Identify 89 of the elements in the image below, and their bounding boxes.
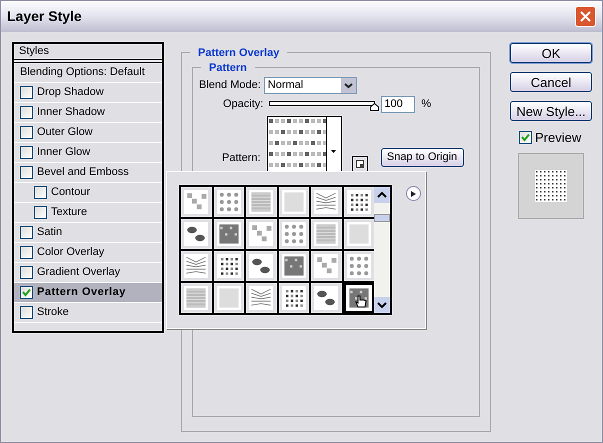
checkbox[interactable] — [20, 86, 33, 99]
style-label: Texture — [51, 205, 88, 220]
pattern-thumbnail-icon — [314, 286, 338, 310]
pattern-thumbnail-icon — [216, 286, 241, 310]
pattern-thumbnail-icon — [249, 222, 274, 246]
checkbox[interactable] — [20, 166, 33, 179]
pattern-thumbnail-icon — [184, 286, 208, 310]
scroll-down-icon[interactable] — [374, 297, 390, 313]
style-label: Contour — [51, 185, 90, 200]
field-label: Opacity: — [223, 97, 264, 112]
pattern-thumbnail-icon — [216, 190, 241, 214]
unit-label: % — [421, 97, 432, 112]
window-title: Layer Style — [7, 7, 82, 26]
checkbox[interactable] — [34, 206, 47, 219]
style-item[interactable]: Color Overlay — [14, 243, 162, 263]
checkbox[interactable] — [34, 186, 47, 199]
field-label: Pattern: — [222, 151, 261, 166]
group-title: Pattern Overlay — [190, 45, 288, 62]
opacity-input[interactable]: 100 — [381, 96, 416, 113]
style-label: Inner Shadow — [37, 105, 105, 120]
scroll-thumb[interactable] — [374, 214, 390, 222]
dialog-button[interactable]: New Style... — [510, 101, 592, 121]
style-label: Inner Glow — [37, 145, 90, 160]
pattern-thumbnail-icon — [282, 222, 306, 246]
checkbox[interactable] — [20, 306, 33, 319]
style-item[interactable]: Drop Shadow — [14, 83, 162, 103]
opacity-slider[interactable] — [269, 98, 380, 110]
pattern-thumbnail-icon — [216, 254, 241, 278]
snap-to-origin-button[interactable]: Snap to Origin — [380, 148, 464, 167]
pattern-thumbnail-icon — [282, 190, 306, 214]
pattern-thumbnail-icon — [249, 190, 274, 214]
pattern-swatch[interactable] — [344, 283, 374, 313]
pattern-thumbnail-icon — [346, 222, 371, 246]
checkbox[interactable] — [20, 106, 33, 119]
style-label: Outer Glow — [37, 125, 93, 140]
checkbox[interactable] — [20, 146, 33, 159]
style-item[interactable]: Inner Shadow — [14, 103, 162, 123]
close-icon — [580, 11, 591, 22]
play-icon — [411, 190, 416, 196]
style-item[interactable]: Satin — [14, 223, 162, 243]
style-label: Stroke — [37, 305, 69, 320]
field-label: Blend Mode: — [199, 78, 261, 94]
checkbox[interactable] — [20, 266, 33, 279]
checkbox[interactable] — [20, 286, 33, 299]
style-label: Satin — [37, 225, 62, 240]
pattern-thumbnail-icon — [282, 286, 306, 310]
blend-mode-select[interactable]: Normal — [264, 77, 357, 94]
pattern-thumbnail-icon — [314, 254, 338, 278]
style-item[interactable]: Outer Glow — [14, 123, 162, 143]
scrollbar[interactable] — [374, 187, 390, 313]
pattern-thumbnail-icon — [184, 190, 208, 214]
checkbox[interactable] — [20, 226, 33, 239]
pattern-thumbnail-icon — [249, 254, 274, 278]
style-item[interactable]: Bevel and Emboss — [14, 163, 162, 183]
style-label: Drop Shadow — [37, 85, 104, 100]
checkbox[interactable] — [519, 131, 532, 144]
pattern-thumbnail-icon — [249, 286, 274, 310]
pattern-thumbnail-icon — [216, 222, 241, 246]
style-item[interactable]: Texture — [14, 203, 162, 223]
style-label: Pattern Overlay — [37, 285, 126, 300]
style-label: Color Overlay — [37, 245, 104, 260]
dialog-button[interactable]: Cancel — [510, 72, 592, 92]
style-item[interactable]: Pattern Overlay — [14, 283, 162, 303]
pattern-thumbnail-icon — [184, 254, 208, 278]
style-item[interactable]: Inner Glow — [14, 143, 162, 163]
caret-icon — [331, 150, 336, 152]
style-item[interactable]: Gradient Overlay — [14, 263, 162, 283]
new-preset-button[interactable] — [352, 156, 368, 172]
preview-label: Preview — [535, 129, 582, 147]
pattern-thumbnail-icon — [282, 254, 306, 278]
style-item[interactable]: Stroke — [14, 303, 162, 323]
pattern-preview-icon — [535, 170, 567, 202]
dialog-button[interactable]: OK — [510, 43, 592, 63]
pattern-thumbnail-icon — [314, 190, 338, 214]
page-icon — [356, 160, 364, 168]
pattern-thumbnail-icon — [346, 190, 371, 214]
pattern-thumbnail-icon — [314, 222, 338, 246]
hand-cursor-icon — [355, 295, 367, 309]
scroll-up-icon[interactable] — [374, 187, 390, 203]
style-label: Blending Options: Default — [20, 65, 145, 80]
checkbox[interactable] — [20, 246, 33, 259]
style-item[interactable]: Contour — [14, 183, 162, 203]
pattern-thumbnail-icon — [346, 254, 371, 278]
close-button[interactable] — [575, 6, 596, 27]
pattern-thumbnail-icon — [184, 222, 208, 246]
menu-arrow-button[interactable] — [406, 186, 421, 201]
style-label: Gradient Overlay — [37, 265, 120, 280]
style-label: Bevel and Emboss — [37, 165, 129, 180]
checkbox[interactable] — [20, 126, 33, 139]
